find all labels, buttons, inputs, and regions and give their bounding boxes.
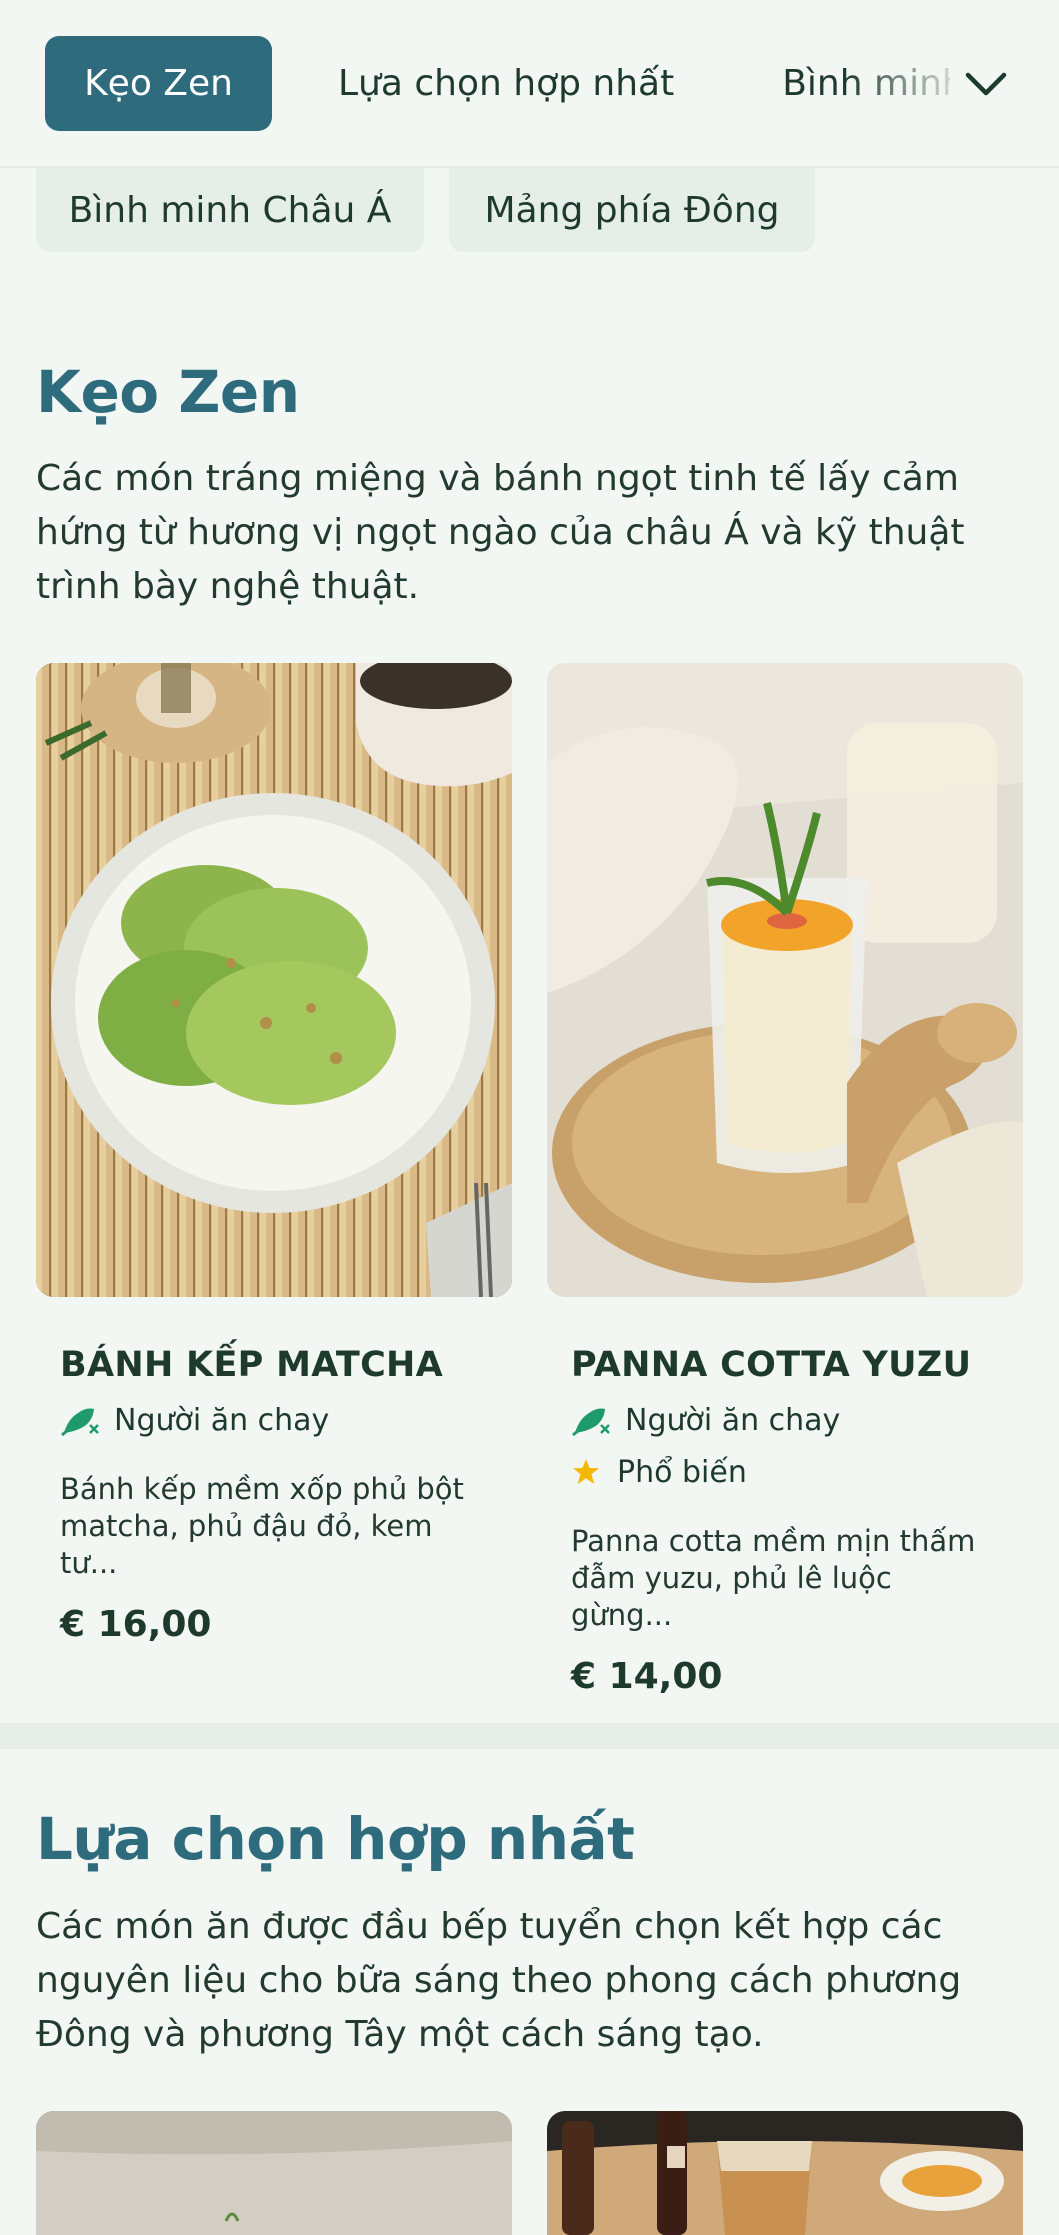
tag-label: Người ăn chay [625, 1402, 841, 1438]
dish-description: Panna cotta mềm mịn thấm đẫm yuzu, phủ l… [571, 1524, 976, 1632]
dish-price: € 14,00 [571, 1656, 723, 1697]
dish-image [547, 2111, 1023, 2235]
tab-label: Kẹo Zen [84, 62, 233, 104]
section-description: Các món ăn được đầu bếp tuyển chọn kết h… [36, 1906, 962, 2055]
dish-name: PANNA COTTA YUZU [571, 1345, 972, 1385]
menu-item-card[interactable] [547, 2111, 1023, 2235]
chip-binh-minh-chau-a[interactable]: Bình minh Châu Á [36, 168, 424, 252]
more-categories-button[interactable] [950, 52, 1022, 116]
menu-item-card[interactable] [36, 2111, 512, 2235]
chevron-down-icon [965, 72, 1007, 96]
menu-item-card[interactable]: PANNA COTTA YUZU Người ăn chay Phổ biến … [547, 663, 1023, 1697]
section-title: Lựa chọn hợp nhất [36, 1805, 635, 1873]
section-description: Các món tráng miệng và bánh ngọt tinh tế… [36, 458, 965, 607]
menu-item-card[interactable]: BÁNH KẾP MATCHA Người ăn chay Bánh kếp m… [36, 663, 512, 1645]
dish-image [36, 2111, 512, 2235]
chip-label: Bình minh Châu Á [68, 189, 392, 231]
vegetarian-icon [572, 1408, 610, 1437]
dish-price: € 16,00 [60, 1604, 212, 1645]
tab-keo-zen[interactable]: Kẹo Zen [45, 35, 272, 131]
tag-vegetarian: Người ăn chay [571, 1402, 999, 1438]
tag-label: Phổ biến [617, 1454, 747, 1490]
section-divider [0, 1723, 1059, 1749]
tag-label: Người ăn chay [114, 1402, 330, 1438]
tab-label: Lựa chọn hợp nhất [338, 62, 675, 104]
dish-name: BÁNH KẾP MATCHA [60, 1345, 444, 1385]
category-nav: Kẹo Zen Lựa chọn hợp nhất Bình minh [0, 0, 1059, 168]
tab-binh-minh[interactable]: Bình minh [782, 35, 995, 131]
dish-image-matcha-pancake [36, 663, 512, 1297]
star-icon [573, 1459, 599, 1484]
tag-vegetarian: Người ăn chay [60, 1402, 488, 1438]
tag-popular: Phổ biến [571, 1454, 999, 1490]
section-title: Kẹo Zen [36, 358, 300, 426]
vegetarian-icon [61, 1408, 99, 1437]
dish-description: Bánh kếp mềm xốp phủ bột matcha, phủ đậu… [60, 1472, 464, 1580]
chip-label: Mảng phía Đông [484, 189, 780, 231]
dish-image-yuzu-panna-cotta [547, 663, 1023, 1297]
chip-mang-phia-dong[interactable]: Mảng phía Đông [449, 168, 815, 252]
tab-lua-chon-hop-nhat[interactable]: Lựa chọn hợp nhất [338, 36, 674, 131]
